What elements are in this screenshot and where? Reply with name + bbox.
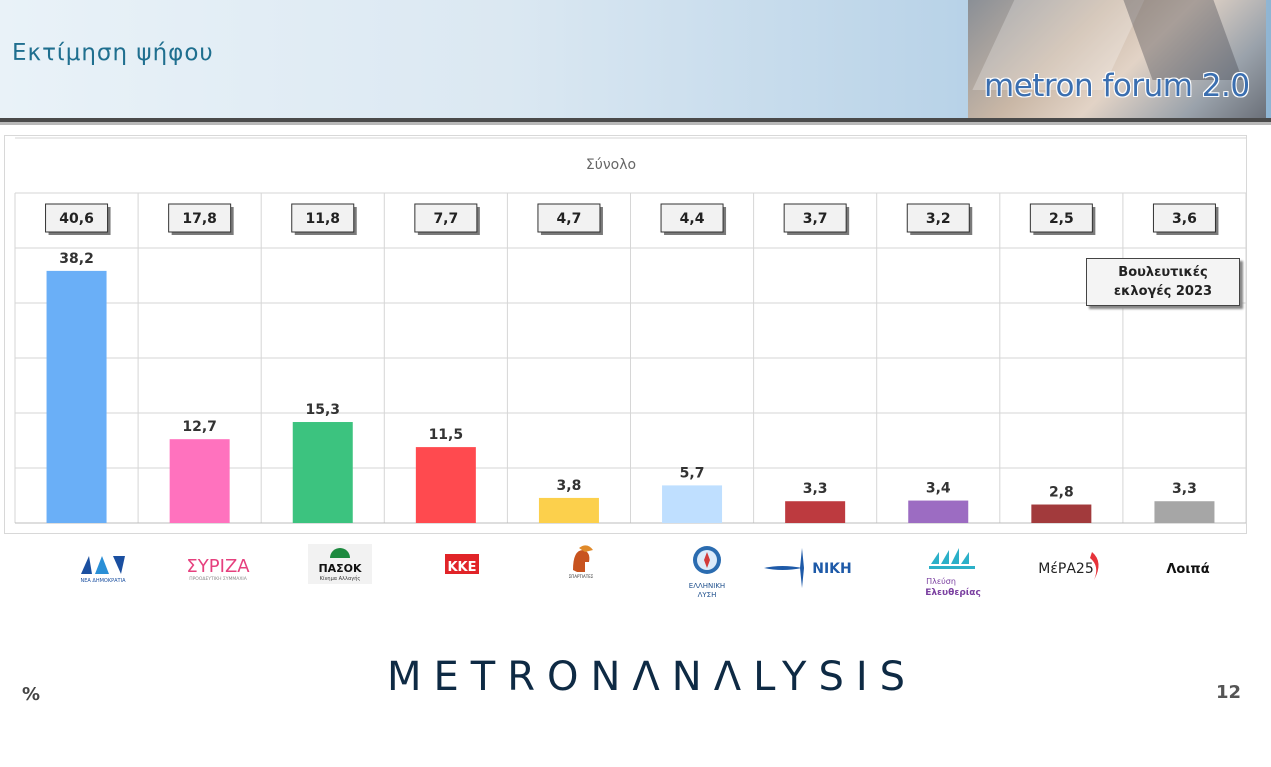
elliniki-lysi-text: ΛΥΣΗ — [698, 591, 717, 599]
bar-value-label: 15,3 — [305, 402, 340, 418]
mera25-logo: ΜέΡΑ25 — [1010, 540, 1130, 610]
chart-frame: Σύνολο 38,2 40,6 12,7 17,8 15,3 11,8 11,5 7,7 3,8… — [4, 135, 1247, 534]
spartiates-logo-text: ΣΠΑΡΤΙΑΤΕΣ — [569, 574, 594, 579]
bar-value-label: 3,3 — [1172, 481, 1197, 497]
pasok-logo: ΠΑΣΟΚ Κίνημα Αλλαγής — [280, 540, 400, 610]
election-value-label: 3,6 — [1172, 211, 1197, 227]
bar-7 — [785, 501, 846, 523]
election-value-label: 3,7 — [803, 211, 828, 227]
plefsi-logo: Πλεύση Ελευθερίας — [893, 540, 1013, 610]
legend-line: Βουλευτικές — [1118, 265, 1208, 280]
bar-value-label: 3,3 — [803, 481, 828, 497]
bar-value-label: 11,5 — [429, 427, 464, 443]
others-label-box: Λοιπά — [1128, 540, 1248, 610]
bar-3 — [292, 422, 353, 523]
legend-box: Βουλευτικές εκλογές 2023 — [1086, 258, 1240, 306]
syriza-logo: ΣΥΡΙΖΑ ΠΡΟΟΔΕΥΤΙΚΗ ΣΥΜΜΑΧΙΑ — [158, 540, 278, 610]
syriza-logo-text: ΣΥΡΙΖΑ — [186, 556, 250, 577]
election-value-label: 4,7 — [557, 211, 582, 227]
legend-line: εκλογές 2023 — [1113, 284, 1213, 299]
header-rule-light — [0, 122, 1271, 125]
bar-9 — [1031, 504, 1092, 523]
bar-2 — [169, 439, 230, 523]
mera25-logo-text: ΜέΡΑ25 — [1038, 561, 1093, 577]
bar-10 — [1154, 501, 1215, 523]
party-logos: ΝΕΑ ΔΗΜΟΚΡΑΤΙΑ ΣΥΡΙΖΑ ΠΡΟΟΔΕΥΤΙΚΗ ΣΥΜΜΑΧ… — [0, 540, 1271, 610]
election-value-label: 17,8 — [182, 211, 217, 227]
niki-logo: ΝΙΚΗ — [762, 540, 882, 610]
others-label: Λοιπά — [1166, 562, 1209, 577]
election-value-label: 11,8 — [305, 211, 340, 227]
bar-value-label: 5,7 — [680, 465, 705, 481]
spartiates-logo: ΣΠΑΡΤΙΑΤΕΣ — [521, 540, 641, 610]
election-value-label: 40,6 — [59, 211, 94, 227]
bar-1 — [46, 270, 107, 523]
plefsi-logo-text: Πλεύση — [926, 576, 956, 586]
election-value-label: 3,2 — [926, 211, 951, 227]
bar-value-label: 2,8 — [1049, 485, 1074, 501]
pasok-logo-text: ΠΑΣΟΚ — [318, 562, 362, 575]
election-value-label: 7,7 — [433, 211, 458, 227]
bar-5 — [538, 497, 599, 523]
bar-chart: Σύνολο 38,2 40,6 12,7 17,8 15,3 11,8 11,5 7,7 3,8… — [14, 137, 1246, 524]
page-number: 12 — [1216, 682, 1242, 703]
elliniki-lysi-text: ΕΛΛΗΝΙΚΗ — [689, 582, 725, 590]
bar-value-label: 3,4 — [926, 481, 951, 497]
bar-value-label: 38,2 — [59, 251, 94, 267]
election-value-label: 2,5 — [1049, 211, 1074, 227]
bar-6 — [662, 485, 723, 523]
bar-value-label: 3,8 — [557, 478, 582, 494]
page-title: Εκτίμηση ψήφου — [12, 40, 214, 66]
syriza-logo-subtext: ΠΡΟΟΔΕΥΤΙΚΗ ΣΥΜΜΑΧΙΑ — [189, 576, 248, 582]
niki-logo-text: ΝΙΚΗ — [812, 561, 852, 577]
logo-text: metron forum 2.0 — [984, 68, 1250, 104]
metron-forum-logo: metron forum 2.0 — [968, 0, 1266, 118]
bar-4 — [415, 447, 476, 523]
chart-title: Σύνολο — [586, 157, 636, 173]
plefsi-logo-text: Ελευθερίας — [925, 587, 981, 598]
nd-logo-text: ΝΕΑ ΔΗΜΟΚΡΑΤΙΑ — [80, 578, 126, 584]
bar-value-label: 12,7 — [182, 419, 217, 435]
kke-logo-text: ΚΚΕ — [447, 560, 476, 575]
pasok-logo-subtext: Κίνημα Αλλαγής — [320, 575, 361, 582]
elliniki-lysi-logo: ΕΛΛΗΝΙΚΗ ΛΥΣΗ — [647, 540, 767, 610]
nd-logo: ΝΕΑ ΔΗΜΟΚΡΑΤΙΑ — [43, 540, 163, 610]
bar-8 — [908, 500, 969, 523]
percent-unit: % — [22, 684, 41, 705]
kke-logo: ΚΚΕ — [402, 540, 522, 610]
election-value-label: 4,4 — [680, 211, 705, 227]
metron-analysis-brand: METRONΛNΛLYSIS — [387, 654, 918, 700]
